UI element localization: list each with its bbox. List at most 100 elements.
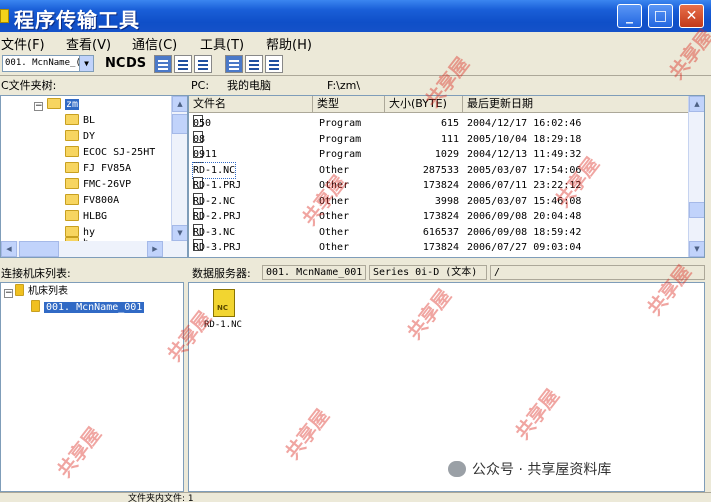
machine-list-root-label: 机床列表: [28, 286, 68, 297]
server-file-view[interactable]: NC RD-1.NC: [188, 282, 705, 492]
collapse-icon[interactable]: −: [4, 289, 13, 298]
tree-folder[interactable]: FMC-26VP: [65, 177, 131, 193]
machine-tree[interactable]: − 机床列表 001. McnName_001: [0, 282, 184, 492]
detail-view-icon[interactable]: [194, 55, 212, 73]
close-button[interactable]: ✕: [679, 4, 704, 28]
file-size: 173824: [422, 180, 459, 191]
file-row[interactable]: RD-1.NC Other 287533 2005/03/07 17:54:06: [189, 161, 689, 179]
menu-communication[interactable]: 通信(C): [132, 34, 177, 53]
collapse-icon[interactable]: −: [34, 102, 43, 111]
tree-folder[interactable]: DY: [65, 129, 95, 145]
folder-tree[interactable]: − zm BL DY ECOC SJ-25HT FJ FV85A FMC-26V…: [0, 95, 188, 258]
folder-icon: [65, 225, 79, 237]
file-row[interactable]: RD-2.NC Other 3998 2005/03/07 15:46:08: [189, 192, 689, 210]
menu-view[interactable]: 查看(V): [66, 34, 111, 53]
server-list-view-icon[interactable]: [245, 55, 263, 73]
folder-open-icon: [47, 97, 61, 109]
column-header-type[interactable]: 类型: [313, 96, 385, 113]
nc-button[interactable]: NC: [104, 55, 126, 73]
file-date: 2006/09/08 20:04:48: [467, 211, 582, 222]
data-server-label: 数据服务器:: [191, 266, 259, 281]
column-header-name[interactable]: 文件名: [189, 96, 313, 113]
file-date: 2004/12/13 11:49:32: [467, 149, 582, 160]
file-date: 2006/07/27 09:03:04: [467, 242, 582, 253]
server-file-item[interactable]: NC RD-1.NC: [203, 289, 251, 337]
file-list[interactable]: 文件名 类型 大小(BYTE) 最后更新日期 050 Program 615 2…: [188, 95, 705, 258]
ds-button[interactable]: DS: [125, 55, 147, 73]
column-header-date[interactable]: 最后更新日期: [463, 96, 689, 113]
server-large-icons-view-icon[interactable]: [225, 55, 243, 73]
title-bar[interactable]: 程序传输工具 _ □ ✕: [0, 0, 711, 32]
file-size: 1029: [434, 149, 459, 160]
file-type: Other: [319, 195, 350, 207]
tree-folder-label: FMC-26VP: [83, 179, 132, 190]
horizontal-splitter[interactable]: [0, 258, 711, 265]
scroll-left-icon[interactable]: ◀: [1, 241, 17, 257]
file-list-vertical-scrollbar[interactable]: ▲ ▼: [688, 96, 704, 257]
file-size: 287533: [422, 164, 459, 176]
wechat-account-overlay: 公众号 · 共享屋资料库: [448, 459, 611, 481]
file-row[interactable]: RD-1.PRJ Other 173824 2006/07/11 23:22:1…: [189, 177, 689, 194]
machine-item-label: 001. McnName_001: [44, 302, 145, 313]
scroll-thumb[interactable]: [689, 202, 704, 218]
tree-horizontal-scrollbar[interactable]: ◀ ▶: [1, 241, 187, 257]
file-row[interactable]: 0911 Program 1029 2004/12/13 11:49:32: [189, 146, 689, 163]
tree-folder[interactable]: FJ FV85A: [65, 161, 131, 177]
tree-root-label: zm: [65, 99, 80, 110]
file-row[interactable]: RD-2.PRJ Other 173824 2006/09/08 20:04:4…: [189, 208, 689, 225]
maximize-button[interactable]: □: [648, 4, 673, 28]
file-name: RD-3.NC: [193, 226, 236, 238]
scroll-up-icon[interactable]: ▲: [172, 96, 187, 112]
file-date: 2005/03/07 17:54:06: [467, 164, 582, 176]
scroll-thumb[interactable]: [172, 114, 187, 134]
file-date: 2006/09/08 18:59:42: [467, 226, 582, 238]
nc-file-icon: NC: [213, 289, 235, 317]
tree-folder-label: ECOC SJ-25HT: [83, 147, 156, 158]
file-row[interactable]: RD-3.NC Other 616537 2006/09/08 18:59:42: [189, 223, 689, 241]
tree-folder[interactable]: HLBG: [65, 209, 107, 225]
wechat-icon: [448, 461, 466, 477]
menu-tools[interactable]: 工具(T): [200, 34, 244, 53]
scroll-down-icon[interactable]: ▼: [172, 225, 187, 241]
file-type: Other: [319, 164, 350, 176]
folder-icon: [65, 161, 79, 173]
file-row[interactable]: 050 Program 615 2004/12/17 16:02:46: [189, 115, 689, 132]
tree-folder[interactable]: BL: [65, 113, 95, 129]
tree-root-folder[interactable]: zm: [47, 97, 80, 113]
app-icon: [0, 9, 9, 23]
column-header-size[interactable]: 大小(BYTE): [385, 96, 463, 113]
list-view-icon[interactable]: [174, 55, 192, 73]
server-path-field: /: [490, 265, 705, 280]
file-row[interactable]: RD-3.PRJ Other 173824 2006/07/27 09:03:0…: [189, 239, 689, 256]
large-icons-view-icon[interactable]: [154, 55, 172, 73]
scroll-up-icon[interactable]: ▲: [689, 96, 704, 112]
machine-select-value: 001. McnName_(: [5, 58, 81, 68]
menu-bar: 文件(F) 查看(V) 通信(C) 工具(T) 帮助(H): [0, 32, 711, 53]
tree-folder[interactable]: ECOC SJ-25HT: [65, 145, 155, 161]
machine-select[interactable]: 001. McnName_( ▼: [2, 55, 94, 72]
window-title: 程序传输工具: [14, 8, 140, 32]
menu-file[interactable]: 文件(F): [1, 34, 45, 53]
server-detail-view-icon[interactable]: [265, 55, 283, 73]
machine-icon: [15, 284, 24, 296]
tree-vertical-scrollbar[interactable]: ▲ ▼: [171, 96, 187, 241]
chevron-down-icon[interactable]: ▼: [79, 56, 93, 71]
file-size: 111: [440, 133, 459, 145]
file-type: Other: [319, 180, 350, 191]
file-row[interactable]: 08 Program 111 2005/10/04 18:29:18: [189, 130, 689, 148]
folder-icon: [65, 177, 79, 189]
file-name: RD-1.NC: [191, 161, 237, 179]
status-bar: 文件夹内文件: 1: [0, 492, 711, 502]
tree-folder[interactable]: FV800A: [65, 193, 119, 209]
tree-folder-label: FJ FV85A: [83, 163, 132, 174]
file-name: RD-1.PRJ: [193, 180, 242, 191]
machine-list-root[interactable]: 机床列表: [15, 284, 68, 300]
scroll-down-icon[interactable]: ▼: [689, 241, 704, 257]
wechat-account-text: 公众号 · 共享屋资料库: [472, 462, 612, 478]
scroll-thumb[interactable]: [19, 241, 59, 257]
menu-help[interactable]: 帮助(H): [266, 34, 312, 53]
machine-item[interactable]: 001. McnName_001: [31, 300, 145, 316]
minimize-button[interactable]: _: [617, 4, 642, 28]
scroll-right-icon[interactable]: ▶: [147, 241, 163, 257]
file-type: Program: [319, 149, 362, 160]
